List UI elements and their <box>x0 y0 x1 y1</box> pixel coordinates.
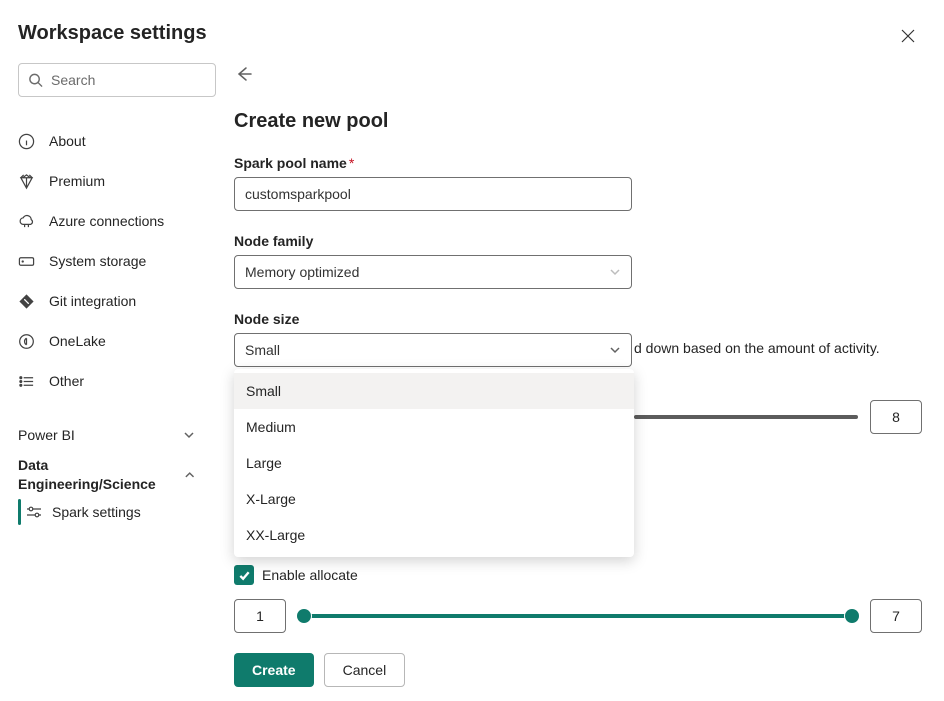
sidebar-item-git-integration[interactable]: Git integration <box>18 281 218 321</box>
allocate-slider-handle-min[interactable] <box>297 609 311 623</box>
settings-sidebar: About Premium Azure connections System s… <box>0 63 218 687</box>
spark-pool-name-input[interactable] <box>234 177 632 211</box>
allocate-max-box[interactable]: 7 <box>870 599 922 633</box>
sidebar-item-label: Other <box>49 373 84 389</box>
node-size-option-medium[interactable]: Medium <box>234 409 634 445</box>
upper-slider-track[interactable] <box>634 415 858 419</box>
info-icon <box>18 133 35 150</box>
page-header-title: Workspace settings <box>18 22 207 45</box>
checkmark-icon <box>238 569 251 582</box>
autoscale-description-fragment: d down based on the amount of activity. <box>634 340 880 356</box>
onelake-icon <box>18 333 35 350</box>
chevron-down-icon <box>609 344 621 356</box>
sidebar-item-about[interactable]: About <box>18 121 218 161</box>
enable-allocate-label: Enable allocate <box>262 567 358 583</box>
sidebar-item-label: About <box>49 133 86 149</box>
node-size-option-small[interactable]: Small <box>234 373 634 409</box>
sidebar-item-premium[interactable]: Premium <box>18 161 218 201</box>
allocate-range-slider: 1 7 <box>234 599 922 633</box>
sidebar-item-label: Premium <box>49 173 105 189</box>
cloud-icon <box>18 213 35 230</box>
list-icon <box>18 373 35 390</box>
node-size-select[interactable]: Small <box>234 333 632 367</box>
section-label: Power BI <box>18 427 75 443</box>
spark-pool-name-label: Spark pool name* <box>234 155 922 171</box>
subnav-label: Spark settings <box>52 504 141 520</box>
node-size-option-xlarge[interactable]: X-Large <box>234 481 634 517</box>
create-button[interactable]: Create <box>234 653 314 687</box>
section-power-bi[interactable]: Power BI <box>18 415 218 455</box>
subnav-spark-settings[interactable]: Spark settings <box>26 495 218 529</box>
diamond-icon <box>18 173 35 190</box>
sidebar-item-onelake[interactable]: OneLake <box>18 321 218 361</box>
allocate-min-box[interactable]: 1 <box>234 599 286 633</box>
close-icon[interactable] <box>900 28 916 44</box>
search-icon <box>28 73 43 88</box>
chevron-up-icon <box>183 468 196 482</box>
sliders-icon <box>26 504 42 520</box>
sidebar-item-label: OneLake <box>49 333 106 349</box>
node-size-dropdown: Small Medium Large X-Large XX-Large <box>234 369 634 557</box>
sidebar-item-label: Git integration <box>49 293 136 309</box>
sidebar-item-system-storage[interactable]: System storage <box>18 241 218 281</box>
node-size-option-xxlarge[interactable]: XX-Large <box>234 517 634 553</box>
sidebar-item-label: System storage <box>49 253 146 269</box>
sidebar-item-other[interactable]: Other <box>18 361 218 401</box>
sidebar-item-azure-connections[interactable]: Azure connections <box>18 201 218 241</box>
allocate-slider-handle-max[interactable] <box>845 609 859 623</box>
node-family-label: Node family <box>234 233 922 249</box>
git-icon <box>18 293 35 310</box>
storage-icon <box>18 253 35 270</box>
enable-allocate-checkbox[interactable] <box>234 565 254 585</box>
search-input[interactable] <box>18 63 216 97</box>
node-size-option-large[interactable]: Large <box>234 445 634 481</box>
allocate-slider-track[interactable] <box>298 614 858 618</box>
section-label: Data Engineering/Science <box>18 456 183 494</box>
chevron-down-icon <box>609 266 621 278</box>
cancel-button[interactable]: Cancel <box>324 653 406 687</box>
sidebar-item-label: Azure connections <box>49 213 164 229</box>
node-size-label: Node size <box>234 311 922 327</box>
node-family-select[interactable]: Memory optimized <box>234 255 632 289</box>
upper-slider-row: 8 <box>634 400 922 434</box>
back-arrow-icon[interactable] <box>234 65 252 83</box>
page-title: Create new pool <box>234 110 922 133</box>
chevron-down-icon <box>182 428 196 442</box>
node-size-value: Small <box>245 342 280 358</box>
upper-slider-max-box[interactable]: 8 <box>870 400 922 434</box>
node-family-value: Memory optimized <box>245 264 359 280</box>
section-data-engineering[interactable]: Data Engineering/Science <box>18 455 218 495</box>
main-panel: Create new pool Spark pool name* Node fa… <box>218 63 944 687</box>
